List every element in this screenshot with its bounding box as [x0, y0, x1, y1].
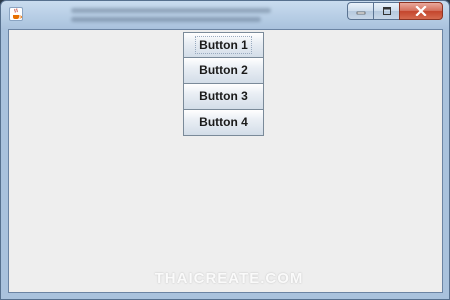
button-1[interactable]: Button 1: [183, 32, 264, 58]
button-2-label: Button 2: [199, 63, 248, 77]
button-3-label: Button 3: [199, 89, 248, 103]
maximize-button[interactable]: [373, 2, 399, 20]
close-button[interactable]: [399, 2, 443, 20]
title-bar[interactable]: [1, 1, 449, 29]
button-3[interactable]: Button 3: [183, 84, 264, 110]
button-4[interactable]: Button 4: [183, 110, 264, 136]
minimize-icon: [356, 11, 365, 15]
java-coffee-cup-icon[interactable]: [9, 7, 23, 21]
button-stack: Button 1 Button 2 Button 3 Button 4: [183, 32, 264, 136]
maximize-icon: [382, 7, 391, 15]
application-window: Button 1 Button 2 Button 3 Button 4 THAI…: [0, 0, 450, 300]
button-1-label: Button 1: [195, 36, 252, 54]
button-2[interactable]: Button 2: [183, 58, 264, 84]
title-blur-decoration: [71, 3, 281, 25]
close-icon: [415, 6, 427, 16]
button-4-label: Button 4: [199, 115, 248, 129]
minimize-button[interactable]: [347, 2, 373, 20]
watermark: THAICREATE.COM: [154, 270, 304, 287]
content-pane: Button 1 Button 2 Button 3 Button 4 THAI…: [8, 29, 443, 293]
caption-buttons: [347, 2, 443, 21]
